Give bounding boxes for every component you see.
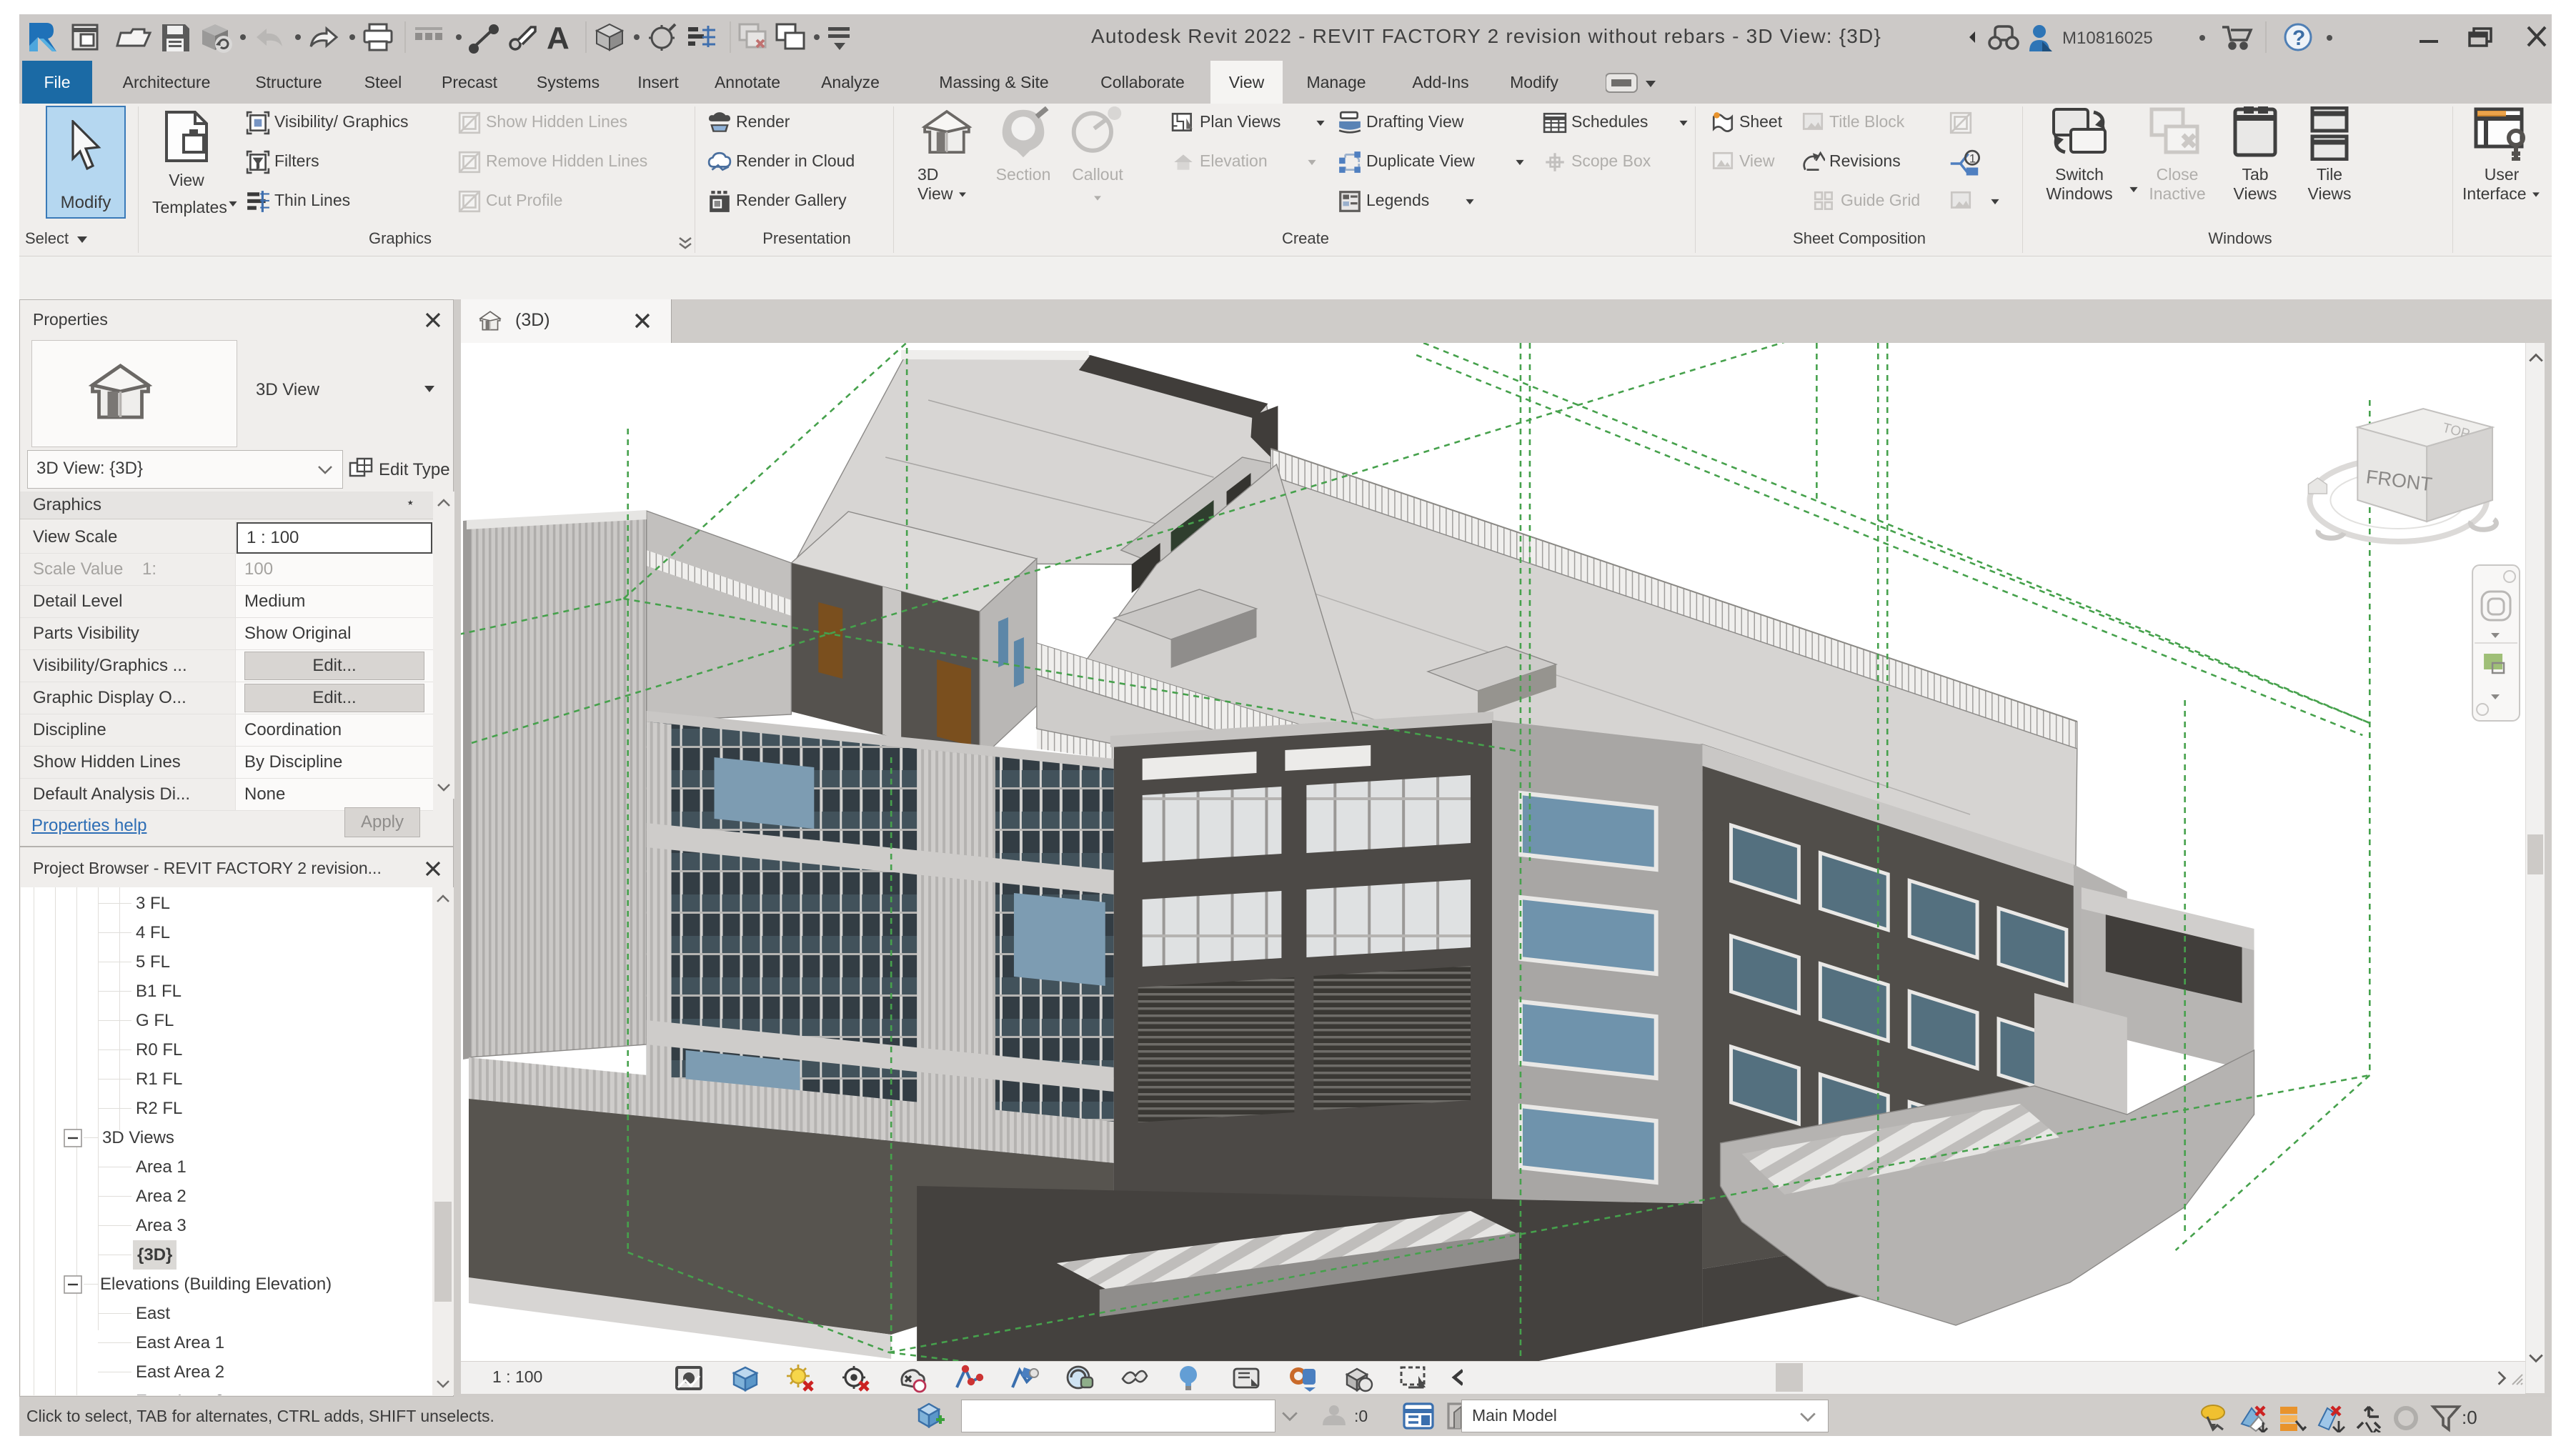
svg-text:?: ?: [2292, 26, 2305, 50]
svg-text:M10816025: M10816025: [2062, 29, 2153, 48]
svg-text::0: :0: [2462, 1407, 2477, 1428]
svg-text:1: 1: [1969, 153, 1976, 166]
